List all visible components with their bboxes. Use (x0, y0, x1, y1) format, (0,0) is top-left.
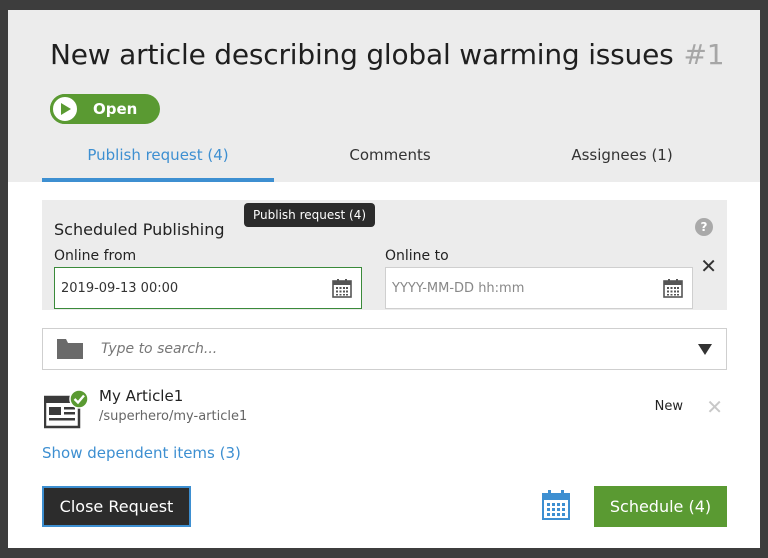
search-input[interactable] (101, 338, 661, 360)
tab-comments[interactable]: Comments (274, 140, 506, 182)
calendar-icon[interactable] (332, 278, 352, 298)
folder-icon (57, 339, 83, 359)
play-icon (50, 94, 80, 124)
online-to-field[interactable] (385, 267, 693, 309)
schedule-button[interactable]: Schedule (4) (594, 486, 727, 527)
tab-assignees[interactable]: Assignees (1) (506, 140, 738, 182)
issue-number: #1 (683, 38, 725, 71)
list-item: My Article1 /superhero/my-article1 New ✕ (42, 385, 727, 433)
calendar-icon[interactable] (542, 490, 570, 520)
online-to-label: Online to (385, 248, 449, 264)
close-request-button[interactable]: Close Request (42, 486, 191, 527)
status-label: Open (93, 100, 138, 118)
search-box[interactable] (42, 328, 727, 370)
tab-bar: Publish request (4) Comments Assignees (… (42, 140, 738, 182)
tab-publish-request[interactable]: Publish request (4) (42, 140, 274, 182)
tooltip: Publish request (4) (244, 203, 376, 227)
online-from-field[interactable] (54, 267, 362, 309)
online-from-input[interactable] (61, 276, 311, 300)
status-badge: Open (50, 94, 160, 124)
publish-request-dialog: New article describing global warming is… (8, 10, 760, 548)
item-name[interactable]: My Article1 (99, 387, 183, 405)
page-title: New article describing global warming is… (50, 38, 725, 71)
show-dependent-items-link[interactable]: Show dependent items (3) (42, 444, 241, 462)
remove-item-icon[interactable]: ✕ (706, 395, 723, 419)
scheduled-publishing-panel: Scheduled Publishing ? Online from Onlin… (42, 200, 727, 310)
dialog-header: New article describing global warming is… (8, 10, 760, 182)
close-icon[interactable]: ✕ (700, 254, 717, 278)
online-from-label: Online from (54, 248, 137, 264)
scheduled-publishing-title: Scheduled Publishing (54, 220, 225, 239)
calendar-icon[interactable] (663, 278, 683, 298)
help-icon[interactable]: ? (695, 218, 713, 236)
chevron-down-icon[interactable] (698, 344, 712, 355)
item-path: /superhero/my-article1 (99, 409, 248, 424)
item-status: New (654, 399, 683, 414)
article-icon (44, 389, 89, 429)
title-text: New article describing global warming is… (50, 38, 674, 71)
online-to-input[interactable] (392, 276, 642, 300)
